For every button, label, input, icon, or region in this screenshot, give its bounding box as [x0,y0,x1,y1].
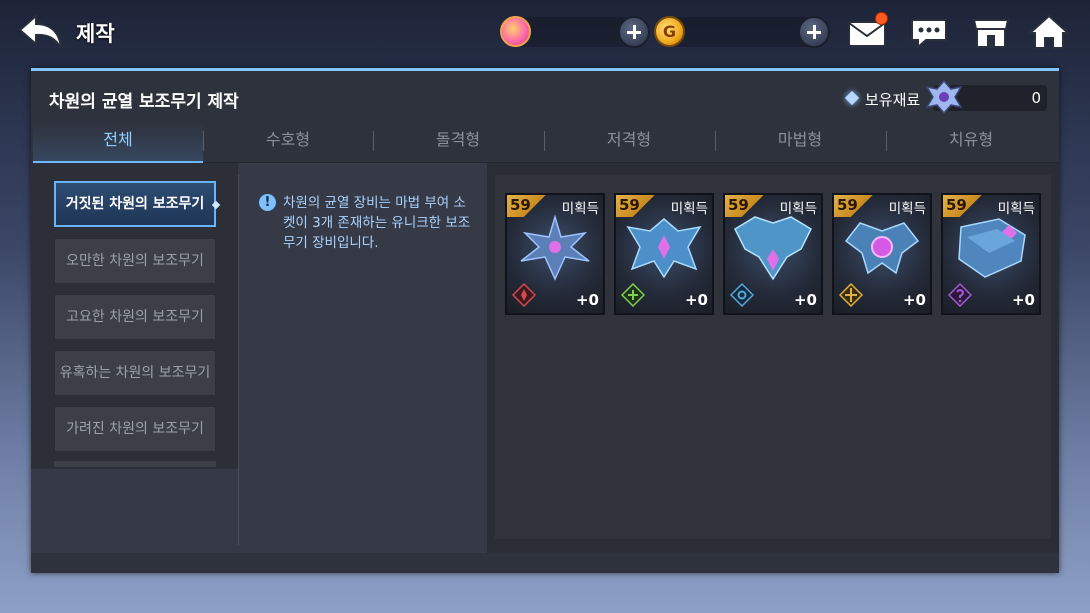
acquire-status: 미획득 [779,201,817,217]
tab-assault[interactable]: 돌격형 [373,123,543,163]
info-icon: ! [259,194,276,211]
level-badge: 59 [616,195,658,217]
diamond-icon [844,90,860,106]
add-gem-button[interactable] [618,16,650,48]
category-tabs: 전체 수호형 돌격형 저격형 마법형 치유형 [31,123,1059,163]
sidebar-item-arrogant-dimension[interactable]: 오만한 차원의 보조무기 [54,238,216,284]
item-area: 59 미획득 +0 59 미획득 +0 59 미획득 +0 59 미획득 +0 … [487,163,1059,556]
tome-weapon-icon [958,218,1026,278]
screen-title: 제작 [76,22,115,46]
item-card[interactable]: 59 미획득 +0 [505,193,605,315]
crossbow-weapon-icon [520,214,590,281]
shop-icon[interactable] [970,14,1012,50]
enhance-level: +0 [793,291,817,309]
tab-magic[interactable]: 마법형 [715,123,885,163]
mail-icon[interactable] [846,12,888,50]
sniper-icon [729,282,755,308]
level-badge: 59 [507,195,549,217]
sidebar-item-hidden-dimension[interactable]: 가려진 차원의 보조무기 [54,406,216,452]
enhance-level: +0 [684,291,708,309]
info-text: 차원의 균열 장비는 마법 부여 소켓이 3개 존재하는 유니크한 보조 무기 … [283,195,471,251]
sidebar: 거짓된 차원의 보조무기 오만한 차원의 보조무기 고요한 차원의 보조무기 유… [31,163,238,469]
material-emblem-icon [925,79,963,115]
acquire-status: 미획득 [561,201,599,217]
item-card[interactable]: 59 미획득 +0 [614,193,714,315]
item-card[interactable]: 59 미획득 +0 [941,193,1041,315]
level-badge: 59 [834,195,876,217]
acquire-status: 미획득 [997,201,1035,217]
currency-gold-counter: G [654,16,830,48]
assault-icon [620,282,646,308]
panel-title: 차원의 균열 보조무기 제작 [49,92,239,112]
owned-material-count: 0 [1031,89,1041,107]
tab-sniper[interactable]: 저격형 [544,123,714,163]
item-card[interactable]: 59 미획득 +0 [832,193,932,315]
crafting-panel: 차원의 균열 보조무기 제작 보유재료 0 전체 수호형 돌격형 저격형 마법형… [31,68,1059,573]
item-grid: 59 미획득 +0 59 미획득 +0 59 미획득 +0 59 미획득 +0 … [495,175,1051,539]
divider [238,175,239,545]
guardian-icon [511,282,537,308]
enhance-level: +0 [902,291,926,309]
notification-dot [875,12,888,25]
sidebar-item-quiet-dimension[interactable]: 고요한 차원의 보조무기 [54,294,216,340]
healer-icon [947,282,973,308]
magic-icon [838,282,864,308]
shield-weapon-icon [626,218,702,279]
enhance-level: +0 [575,291,599,309]
owned-material: 보유재료 0 [844,79,1047,115]
panel-footer [31,553,1059,573]
acquire-status: 미획득 [888,201,926,217]
currency-gem-counter [500,16,650,48]
orb-weapon-icon [844,222,920,275]
panel-header: 차원의 균열 보조무기 제작 보유재료 0 [31,71,1059,123]
level-badge: 59 [943,195,985,217]
home-icon[interactable] [1027,14,1071,50]
sidebar-item-false-dimension[interactable]: 거짓된 차원의 보조무기 [54,181,216,227]
tab-healer[interactable]: 치유형 [886,123,1056,163]
tab-all[interactable]: 전체 [33,123,203,163]
sidebar-item-tempting-dimension[interactable]: 유혹하는 차원의 보조무기 [54,350,216,396]
level-badge: 59 [725,195,767,217]
owned-material-label: 보유재료 [865,91,921,109]
gem-currency-icon [500,16,531,47]
back-arrow-icon[interactable] [18,12,64,52]
add-gold-button[interactable] [798,16,830,48]
sidebar-scroll-edge [54,461,216,467]
tab-guardian[interactable]: 수호형 [203,123,373,163]
acquire-status: 미획득 [670,201,708,217]
gold-currency-icon: G [654,16,685,47]
wing-emblem-weapon-icon [734,216,812,281]
enhance-level: +0 [1011,291,1035,309]
item-card[interactable]: 59 미획득 +0 [723,193,823,315]
top-bar: 제작 G [0,0,1090,64]
chat-icon[interactable] [908,14,950,50]
